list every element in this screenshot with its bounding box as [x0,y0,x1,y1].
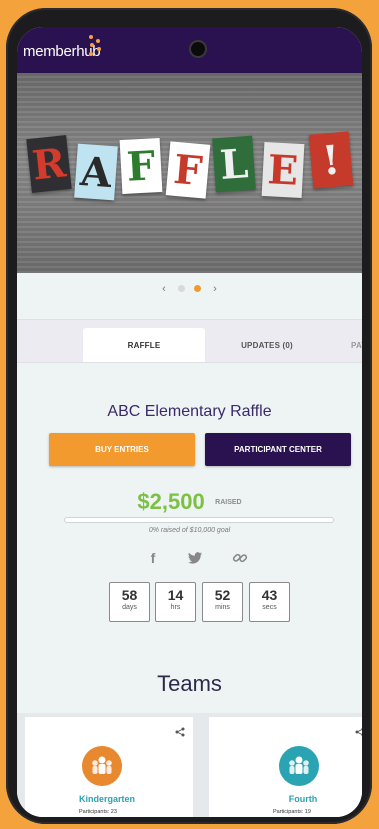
countdown-unit: hrs [170,604,181,611]
goal-text: 0% raised of $10,000 goal [148,527,231,534]
phone-frame: memberhub R A F F L E! ‹ › RAFFLE UPDATES (0)… [6,8,372,824]
people-group-icon [92,756,112,774]
goal-progress-bar [64,517,334,523]
raffle-title: ABC Elementary Raffle [107,403,272,420]
countdown-hrs: 14 hrs [155,582,196,622]
participant-center-button[interactable]: PARTICIPANT CENTER [205,433,351,466]
carousel-next-icon[interactable]: › [213,283,217,295]
carousel-dot[interactable] [178,285,186,293]
raffle-letter-tile: ! [308,131,354,189]
team-name[interactable]: Fourth [263,794,343,804]
camera-notch-icon [191,42,205,56]
countdown-days: 58 days [109,582,150,622]
countdown-value: 58 [121,587,138,603]
countdown-value: 14 [167,587,184,603]
countdown-value: 52 [214,587,231,603]
team-participants: Participants: 23 [79,809,117,815]
carousel-dot-active[interactable] [193,285,201,293]
tab-bar: RAFFLE UPDATES (0) PAYI [17,319,362,363]
raffle-letter-tile: L [212,135,256,193]
top-bar: memberhub [17,27,362,73]
carousel-prev-icon[interactable]: ‹ [162,283,166,295]
teams-heading: Teams [157,671,222,696]
team-avatar-icon[interactable] [279,746,319,786]
twitter-icon[interactable] [187,550,203,566]
share-icon[interactable] [355,727,362,737]
countdown-value: 43 [261,587,278,603]
share-icon[interactable] [175,727,185,737]
tab-payments[interactable]: PAYI [351,328,362,362]
countdown-mins: 52 mins [202,582,243,622]
link-icon[interactable] [232,550,248,566]
raffle-letter-tile: A [74,143,118,201]
raised-amount: $2,500 [137,489,205,514]
app-screen: memberhub R A F F L E! ‹ › RAFFLE UPDATES (0)… [17,27,362,817]
buy-entries-button[interactable]: BUY ENTRIES [49,433,195,466]
countdown-unit: days [122,604,137,611]
raffle-letter-tile: F [119,137,163,195]
sparkle-logo-icon [89,35,101,56]
people-group-icon [289,756,309,774]
team-name[interactable]: Kindergarten [67,794,147,804]
tab-raffle[interactable]: RAFFLE [83,328,205,362]
countdown-secs: 43 secs [249,582,290,622]
countdown-unit: mins [215,604,230,611]
raffle-letter-tile: R [26,135,72,193]
carousel-indicator: ‹ › [17,280,362,295]
countdown-unit: secs [262,604,277,611]
raised-summary: $2,500 RAISED [17,489,362,515]
raffle-letter-tile: E [261,141,305,199]
team-avatar-icon[interactable] [82,746,122,786]
team-participants: Participants: 19 [273,809,311,815]
raffle-letter-tile: F [165,141,211,199]
tab-updates[interactable]: UPDATES (0) [205,328,329,362]
raised-label: RAISED [215,498,242,506]
hero-banner: R A F F L E! [17,73,362,273]
facebook-icon[interactable]: f [145,550,161,566]
